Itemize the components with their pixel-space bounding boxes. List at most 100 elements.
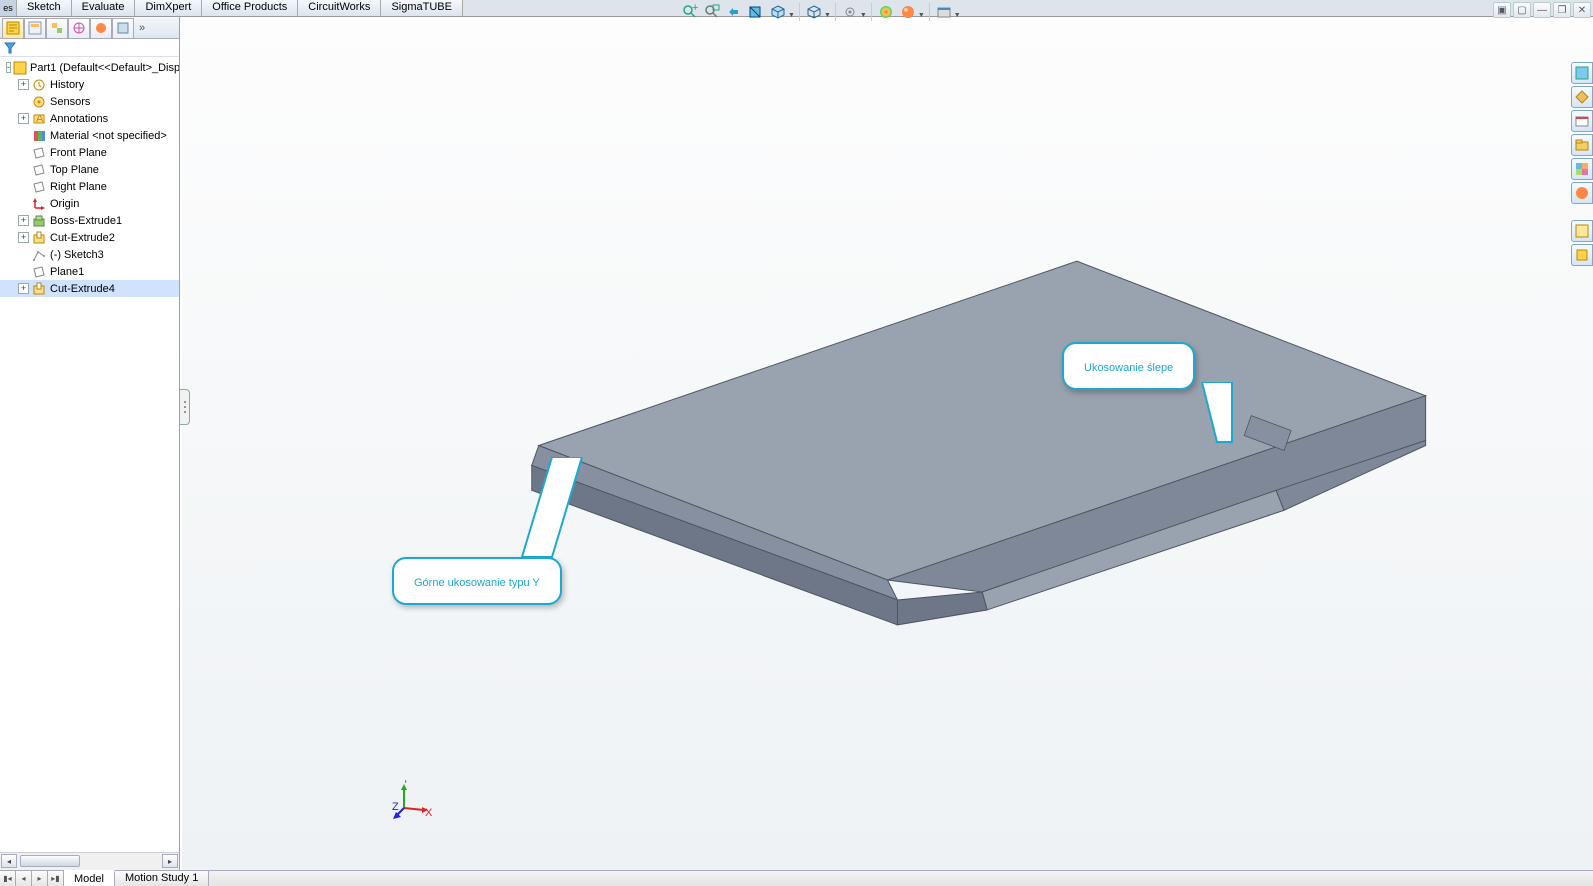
expand-icon[interactable]: + bbox=[18, 79, 29, 90]
taskpane-extra-1-icon[interactable] bbox=[1571, 220, 1593, 242]
tab-nav-first[interactable]: ▮◂ bbox=[0, 871, 16, 886]
expand-icon[interactable]: + bbox=[18, 283, 29, 294]
tree-item[interactable]: +AAnnotations bbox=[0, 110, 179, 127]
window-btn-2[interactable]: ▢ bbox=[1513, 2, 1531, 18]
window-controls: ▣ ▢ — ❐ ✕ bbox=[1493, 2, 1591, 18]
panel-splitter[interactable] bbox=[180, 389, 190, 425]
tree-item-label: (-) Sketch3 bbox=[50, 249, 104, 261]
hide-show-icon[interactable] bbox=[840, 2, 860, 22]
taskpane-file-explorer-icon[interactable] bbox=[1571, 110, 1593, 132]
origin-icon bbox=[31, 197, 47, 211]
taskpane-custom-props-icon[interactable] bbox=[1571, 182, 1593, 204]
tree-item[interactable]: +Cut-Extrude4 bbox=[0, 280, 179, 297]
feature-tree[interactable]: - Part1 (Default<<Default>_Displa +Histo… bbox=[0, 57, 179, 852]
plane-icon bbox=[31, 180, 47, 194]
tree-item[interactable]: +History bbox=[0, 76, 179, 93]
tree-item[interactable]: (-) Sketch3 bbox=[0, 246, 179, 263]
dropdown-icon[interactable]: ▼ bbox=[788, 12, 795, 22]
tab-nav-prev[interactable]: ◂ bbox=[16, 871, 32, 886]
window-btn-1[interactable]: ▣ bbox=[1493, 2, 1511, 18]
expand-icon[interactable]: + bbox=[18, 113, 29, 124]
graphics-viewport[interactable]: Górne ukosowanie typu Y Ukosowanie ślepe… bbox=[182, 17, 1593, 870]
dropdown-icon[interactable]: ▼ bbox=[954, 12, 961, 22]
filter-icon bbox=[4, 42, 16, 54]
taskpane-appearances-icon[interactable] bbox=[1571, 158, 1593, 180]
tab-office-products[interactable]: Office Products bbox=[202, 0, 298, 16]
tree-item[interactable]: Top Plane bbox=[0, 161, 179, 178]
view-orientation-icon[interactable] bbox=[768, 2, 788, 22]
taskpane-design-library-icon[interactable] bbox=[1571, 86, 1593, 108]
taskpane-view-palette-icon[interactable] bbox=[1571, 134, 1593, 156]
horizontal-scrollbar[interactable]: ◂ ▸ bbox=[0, 852, 179, 870]
callout-right: Ukosowanie ślepe bbox=[1062, 342, 1195, 390]
tree-item-label: Material <not specified> bbox=[50, 130, 167, 142]
bottom-tab-motion-study[interactable]: Motion Study 1 bbox=[115, 871, 209, 886]
feature-manager-tab[interactable] bbox=[2, 18, 24, 38]
dropdown-icon[interactable]: ▼ bbox=[860, 12, 867, 22]
close-button[interactable]: ✕ bbox=[1573, 2, 1591, 18]
taskpane-resources-icon[interactable] bbox=[1571, 62, 1593, 84]
expand-icon[interactable]: + bbox=[18, 215, 29, 226]
expand-icon[interactable]: + bbox=[18, 232, 29, 243]
dimxpert-manager-tab[interactable] bbox=[68, 18, 90, 38]
view-settings-icon[interactable] bbox=[934, 2, 954, 22]
manager-tabs: » bbox=[0, 17, 179, 39]
plane-icon bbox=[31, 265, 47, 279]
edit-appearance-icon[interactable] bbox=[876, 2, 896, 22]
tree-item[interactable]: Plane1 bbox=[0, 263, 179, 280]
tab-evaluate[interactable]: Evaluate bbox=[72, 0, 136, 16]
dropdown-icon[interactable]: ▼ bbox=[824, 12, 831, 22]
zoom-to-fit-icon[interactable]: + bbox=[680, 2, 700, 22]
minimize-button[interactable]: — bbox=[1533, 2, 1551, 18]
tree-root[interactable]: - Part1 (Default<<Default>_Displa bbox=[0, 59, 179, 76]
property-manager-tab[interactable] bbox=[24, 18, 46, 38]
tree-item[interactable]: Front Plane bbox=[0, 144, 179, 161]
tree-item[interactable]: Material <not specified> bbox=[0, 127, 179, 144]
tree-item[interactable]: Sensors bbox=[0, 93, 179, 110]
tree-item[interactable]: Origin bbox=[0, 195, 179, 212]
expand-icon[interactable]: - bbox=[6, 62, 11, 73]
callout-right-text: Ukosowanie ślepe bbox=[1084, 362, 1173, 374]
bottom-tab-model[interactable]: Model bbox=[64, 870, 115, 886]
annotations-icon: A bbox=[31, 112, 47, 126]
maximize-button[interactable]: ❐ bbox=[1553, 2, 1571, 18]
tree-spacer bbox=[18, 181, 29, 192]
task-pane bbox=[1571, 62, 1593, 266]
svg-text:+: + bbox=[692, 4, 698, 14]
tab-sigmatube[interactable]: SigmaTUBE bbox=[381, 0, 463, 16]
tree-item[interactable]: +Cut-Extrude2 bbox=[0, 229, 179, 246]
taskpane-extra-2-icon[interactable] bbox=[1571, 244, 1593, 266]
section-view-icon[interactable] bbox=[746, 2, 766, 22]
dropdown-icon[interactable]: ▼ bbox=[918, 12, 925, 22]
tree-item-label: Origin bbox=[50, 198, 79, 210]
zoom-to-area-icon[interactable] bbox=[702, 2, 722, 22]
apply-scene-icon[interactable] bbox=[898, 2, 918, 22]
scroll-thumb[interactable] bbox=[20, 855, 80, 867]
scroll-right-arrow[interactable]: ▸ bbox=[162, 854, 178, 868]
tree-item-label: Boss-Extrude1 bbox=[50, 215, 122, 227]
configuration-manager-tab[interactable] bbox=[46, 18, 68, 38]
tree-item[interactable]: + Boss-Extrude1 bbox=[0, 212, 179, 229]
display-style-icon[interactable] bbox=[804, 2, 824, 22]
sketch-icon bbox=[31, 248, 47, 262]
cut-icon bbox=[31, 231, 47, 245]
tab-nav-last[interactable]: ▸▮ bbox=[48, 871, 64, 886]
display-manager-tab[interactable] bbox=[90, 18, 112, 38]
tab-nav-next[interactable]: ▸ bbox=[32, 871, 48, 886]
tab-circuitworks[interactable]: CircuitWorks bbox=[298, 0, 381, 16]
previous-view-icon[interactable] bbox=[724, 2, 744, 22]
spacer bbox=[1571, 206, 1593, 218]
extra-manager-tab[interactable] bbox=[112, 18, 134, 38]
filter-bar[interactable] bbox=[0, 39, 179, 57]
tabs-overflow[interactable]: » bbox=[134, 22, 150, 34]
tree-item-label: Right Plane bbox=[50, 181, 107, 193]
tab-sketch[interactable]: Sketch bbox=[17, 0, 72, 16]
orientation-triad[interactable]: Y X Z bbox=[392, 780, 432, 820]
tree-item[interactable]: Right Plane bbox=[0, 178, 179, 195]
tab-overflow-left[interactable]: es bbox=[0, 0, 17, 16]
tree-item-label: Top Plane bbox=[50, 164, 99, 176]
sensors-icon bbox=[31, 95, 47, 109]
callout-right-box: Ukosowanie ślepe bbox=[1062, 342, 1195, 390]
scroll-left-arrow[interactable]: ◂ bbox=[1, 854, 17, 868]
tab-dimxpert[interactable]: DimXpert bbox=[135, 0, 202, 16]
